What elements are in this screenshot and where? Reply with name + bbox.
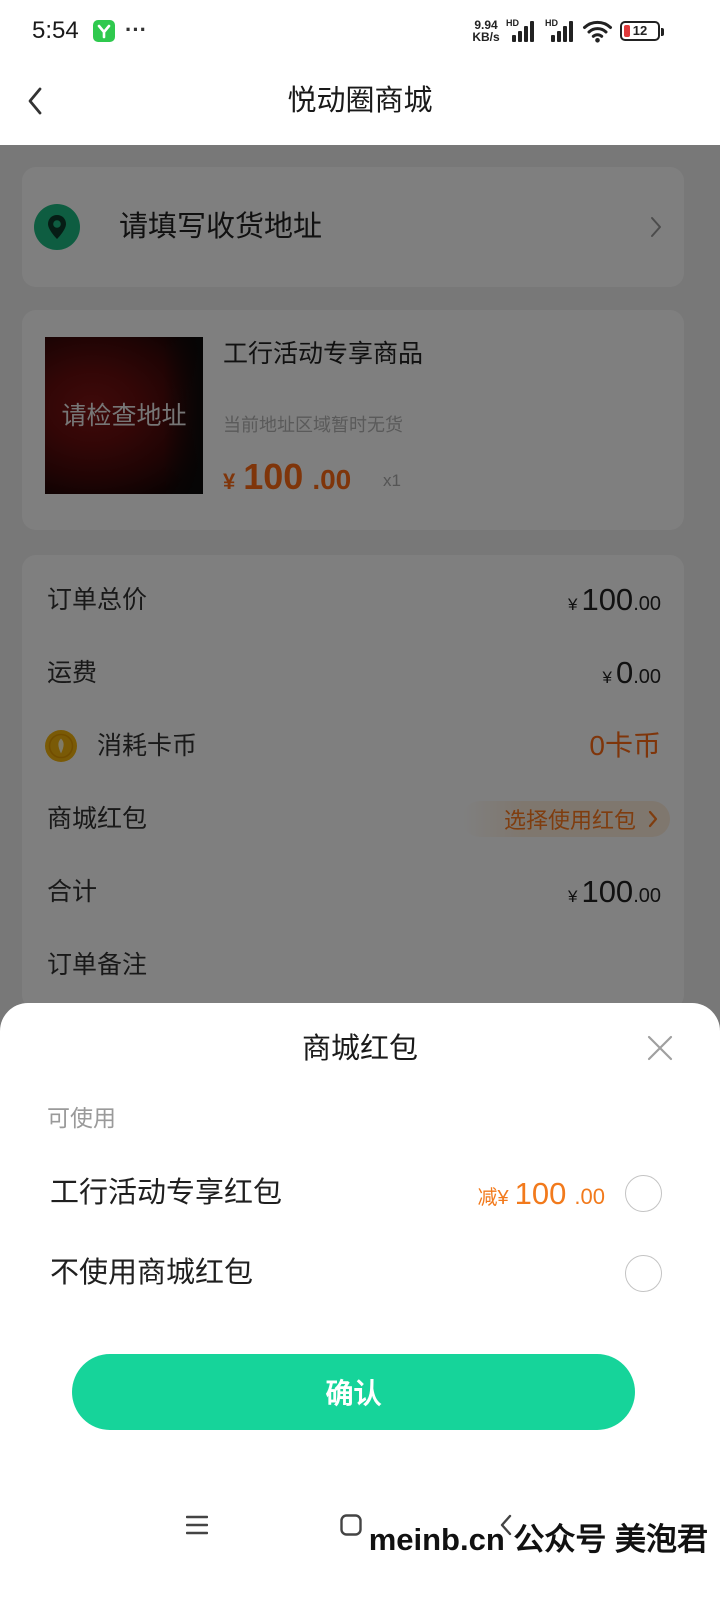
home-button[interactable]	[340, 1514, 362, 1536]
status-bar: 5:54 ··· 9.94 KB/s HD HD 12	[0, 0, 720, 60]
battery-nub	[661, 28, 664, 36]
network-speed-unit: KB/s	[472, 30, 500, 44]
red-packet-options: 工行活动专享红包 减¥ 100 .00 不使用商城红包	[0, 1153, 720, 1313]
radio-button[interactable]	[625, 1174, 662, 1212]
close-button[interactable]	[643, 1031, 677, 1065]
chevron-left-icon	[28, 87, 42, 115]
app-notification-icon	[93, 20, 115, 42]
discount-integer: 100	[514, 1175, 567, 1211]
app-header: 悦动圈商城	[0, 60, 720, 145]
discount-decimal: .00	[574, 1183, 605, 1209]
menu-icon	[186, 1515, 208, 1535]
status-time: 5:54	[32, 17, 79, 44]
discount-prefix: 减¥	[477, 1186, 509, 1209]
network-speed: 9.94 KB/s	[468, 19, 504, 43]
cellular-signal-icon: HD	[545, 19, 577, 43]
recent-apps-button[interactable]	[186, 1514, 208, 1536]
close-icon	[647, 1035, 673, 1061]
battery-icon: 12	[620, 20, 664, 42]
page-title: 悦动圈商城	[287, 85, 433, 117]
red-packet-sheet: 商城红包 可使用 工行活动专享红包 减¥ 100 .00 不使用商城红包 确认	[0, 1003, 720, 1600]
status-more-indicator: ···	[125, 17, 147, 42]
option-label: 工行活动专享红包	[50, 1177, 283, 1209]
option-label: 不使用商城红包	[50, 1257, 254, 1289]
red-packet-option[interactable]: 工行活动专享红包 减¥ 100 .00	[0, 1153, 720, 1233]
confirm-button[interactable]: 确认	[72, 1354, 635, 1430]
no-red-packet-option[interactable]: 不使用商城红包	[0, 1233, 720, 1313]
radio-button[interactable]	[625, 1254, 662, 1292]
section-label-available: 可使用	[47, 1105, 116, 1131]
battery-level: 12	[632, 23, 648, 38]
back-button[interactable]	[20, 85, 50, 117]
wifi-icon	[582, 19, 613, 43]
cellular-signal-icon: HD	[506, 19, 538, 43]
sim2-hd-label: HD	[545, 18, 558, 28]
home-icon	[340, 1514, 362, 1536]
watermark: meinb.cn 公众号 美泡君	[368, 1522, 708, 1557]
sim1-hd-label: HD	[506, 18, 519, 28]
sheet-title: 商城红包	[301, 1033, 418, 1065]
option-discount: 减¥ 100 .00	[478, 1178, 605, 1209]
battery-body: 12	[620, 21, 660, 41]
